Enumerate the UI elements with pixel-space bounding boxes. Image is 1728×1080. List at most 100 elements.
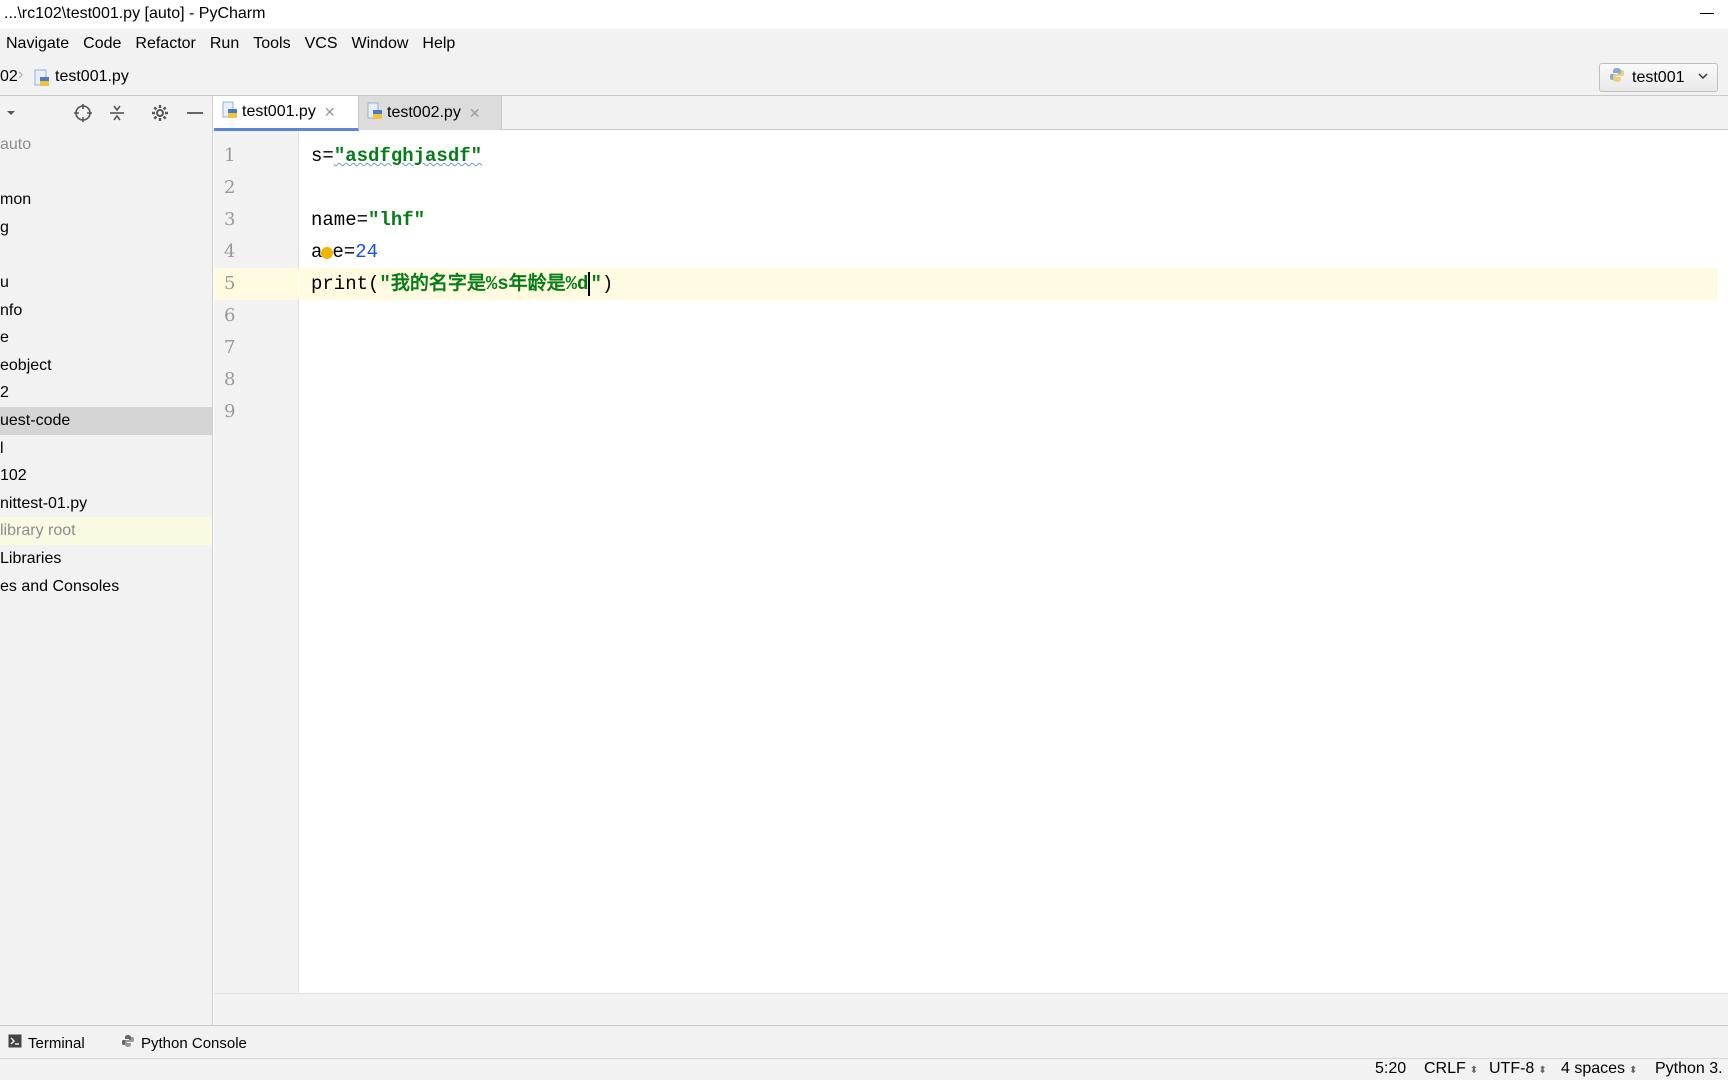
editor-tabs: test001.py ✕ test002.py ✕ [214,96,1728,131]
navigation-bar: 02 › test001.py test001 [0,59,1728,96]
gear-icon[interactable] [149,102,171,124]
code-line-3[interactable]: name="lhf" [311,204,1728,236]
menu-vcs[interactable]: VCS [299,35,346,53]
line-number-current: 5 [214,268,299,300]
line-number: 3 [224,209,236,230]
string-literal: "我的名字是%s年龄是%d [379,273,589,295]
window-title: ...\rc102\test001.py [auto] - PyCharm [4,5,266,22]
dropdown-arrow-icon[interactable] [0,102,22,124]
python-console-button[interactable]: Python Console [121,1034,247,1052]
tree-item[interactable]: mon [0,186,212,214]
up-down-arrows-icon: ⬍ [1538,1065,1547,1076]
tree-item-selected[interactable]: uest-code [0,406,212,435]
menu-run[interactable]: Run [204,35,247,53]
tab-test001[interactable]: test001.py ✕ [214,96,359,131]
python-file-icon [222,101,238,124]
line-number: 9 [224,401,236,422]
breadcrumb-separator-icon: › [18,66,24,83]
line-number-gutter: 1 2 3 4 5 6 7 8 9 [214,131,299,993]
title-bar: ...\rc102\test001.py [auto] - PyCharm [0,0,1728,29]
code-line-1[interactable]: s="asdfghjasdf" [311,140,1728,172]
python-console-icon [121,1034,135,1052]
line-number: 8 [224,369,236,390]
file-encoding[interactable]: UTF-8 ⬍ [1489,1060,1547,1078]
python-file-icon [33,69,51,92]
string-literal: "lhf" [368,209,426,231]
code-editor[interactable]: 1 2 3 4 5 6 7 8 9 s="asdfghjasdf" name="… [214,131,1728,993]
tree-item[interactable]: auto [0,131,212,159]
tree-item-scratches[interactable]: es and Consoles [0,573,212,601]
close-icon[interactable]: ✕ [469,105,481,122]
terminal-label: Terminal [28,1034,85,1052]
code-token: ) [601,273,614,295]
tree-item[interactable]: eobject [0,352,212,380]
python-file-icon [367,102,383,125]
tree-item[interactable]: e [0,324,212,352]
horizontal-scrollbar[interactable] [214,993,1728,1025]
close-icon[interactable]: ✕ [324,104,336,121]
project-toolbar [0,96,213,130]
line-number: 2 [224,177,236,198]
tree-item[interactable]: nfo [0,297,212,325]
menu-navigate[interactable]: Navigate [0,35,77,53]
tree-item-external-libraries[interactable]: Libraries [0,545,212,573]
menu-help[interactable]: Help [416,35,463,53]
indent-setting[interactable]: 4 spaces ⬍ [1561,1060,1637,1078]
menu-refactor[interactable]: Refactor [129,35,203,53]
file-encoding-label: UTF-8 [1489,1060,1535,1077]
tool-window-bar: Terminal Python Console [0,1025,1728,1058]
menu-bar: Navigate Code Refactor Run Tools VCS Win… [0,29,1728,59]
line-number: 1 [224,145,236,166]
menu-tools[interactable]: Tools [247,35,298,53]
tree-item[interactable]: 102 [0,462,212,490]
up-down-arrows-icon: ⬍ [1629,1065,1638,1076]
code-token: print( [311,273,380,295]
tab-label: test001.py [242,103,316,120]
interpreter-selector[interactable]: Python 3. [1655,1060,1723,1078]
line-number: 4 [224,241,236,262]
project-panel: auto mon g u nfo e eobject 2 uest-code l… [0,96,213,1025]
tab-label: test002.py [387,104,461,121]
tree-item[interactable]: g [0,214,212,242]
indent-label: 4 spaces [1561,1060,1626,1077]
project-tree: auto mon g u nfo e eobject 2 uest-code l… [0,131,212,600]
tree-item[interactable] [0,159,212,187]
status-bar: 5:20 CRLF ⬍ UTF-8 ⬍ 4 spaces ⬍ Python 3. [0,1058,1728,1080]
breadcrumb-file[interactable]: test001.py [55,68,129,86]
tree-item[interactable]: nittest-01.py [0,490,212,518]
up-down-arrows-icon: ⬍ [1469,1065,1479,1076]
line-separator[interactable]: CRLF ⬍ [1424,1060,1478,1078]
line-number: 7 [224,337,236,358]
minimize-icon[interactable] [1700,13,1714,14]
tree-item[interactable]: 2 [0,379,212,407]
tree-item[interactable]: u [0,269,212,297]
code-line-4[interactable]: a e=24 [311,236,1728,268]
run-config-dropdown[interactable]: test001 [1599,63,1718,92]
menu-code[interactable]: Code [77,35,129,53]
string-literal-end: " [590,273,602,295]
python-icon [1608,66,1626,89]
terminal-icon [8,1034,22,1052]
terminal-button[interactable]: Terminal [8,1034,85,1052]
line-separator-label: CRLF [1424,1060,1466,1077]
locate-icon[interactable] [72,102,94,124]
line-number: 6 [224,305,236,326]
code-line-5-current[interactable]: print("我的名字是%s年龄是%d ") [300,268,1717,300]
code-token: name= [311,209,369,231]
breadcrumb-folder[interactable]: 02 [0,68,18,86]
tree-item[interactable] [0,241,212,269]
tab-test002[interactable]: test002.py ✕ [359,96,502,130]
chevron-down-icon [1697,70,1709,85]
number-literal: 24 [355,241,379,263]
tree-item[interactable]: l [0,435,212,463]
hide-panel-icon[interactable] [184,102,206,124]
caret-position[interactable]: 5:20 [1375,1060,1406,1078]
python-console-label: Python Console [141,1034,247,1052]
tree-item-library-root[interactable]: library root [0,517,212,545]
collapse-all-icon[interactable] [106,102,128,124]
string-literal: "asdfghjasdf" [333,145,483,167]
code-token: e= [332,241,356,263]
menu-window[interactable]: Window [346,35,417,53]
code-token: s= [311,145,334,167]
run-config-label: test001 [1632,68,1685,86]
